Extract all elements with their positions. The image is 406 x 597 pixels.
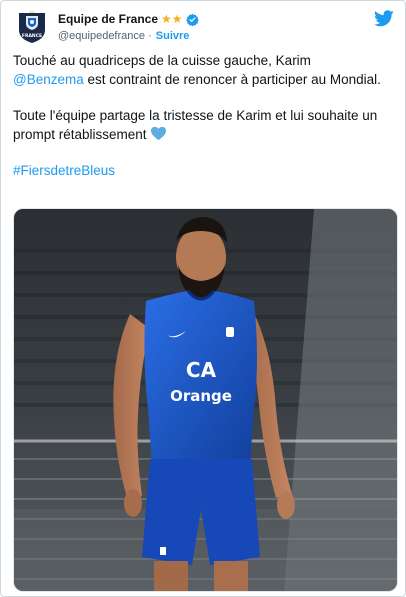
tweet-text-line1-prefix: Touché au quadriceps de la cuisse gauche… [13, 53, 311, 68]
player-photo-image: CA Orange [14, 209, 397, 591]
tweet-paragraph-2: Toute l'équipe partage la tristesse de K… [13, 107, 393, 144]
tweet-paragraph-3: #FiersdetreBleus [13, 162, 393, 181]
author-handle[interactable]: @equipedefrance [58, 30, 145, 42]
twitter-bird-icon[interactable] [374, 10, 394, 27]
blue-heart-icon [150, 126, 166, 140]
sponsor-name: Orange [170, 387, 232, 405]
handle-separator: · [145, 30, 155, 42]
hashtag-link[interactable]: #FiersdetreBleus [13, 163, 115, 178]
tweet-text: Touché au quadriceps de la cuisse gauche… [13, 52, 393, 181]
tweet-text-line2: Toute l'équipe partage la tristesse de K… [13, 108, 378, 142]
mention-link[interactable]: @Benzema [13, 72, 84, 87]
sponsor-logo: CA [186, 358, 217, 382]
verified-badge-icon [185, 13, 199, 26]
stars-emoji: ★★ [161, 12, 183, 26]
tweet-header: FRANCE ★★ Equipe de France ★★ @equipedef… [11, 10, 397, 44]
fff-crest-icon[interactable]: FRANCE ★★ [17, 10, 47, 44]
tweet-paragraph-1: Touché au quadriceps de la cuisse gauche… [13, 52, 393, 89]
follow-button[interactable]: Suivre [156, 30, 190, 42]
author-names: Equipe de France ★★ @equipedefrance · Su… [58, 11, 199, 43]
avatar-label: FRANCE [22, 33, 42, 39]
tweet-photo[interactable]: CA Orange [13, 208, 398, 592]
tweet-card: FRANCE ★★ Equipe de France ★★ @equipedef… [0, 0, 406, 597]
tweet-text-line1-suffix: est contraint de renoncer à participer a… [83, 71, 381, 87]
svg-text:★★: ★★ [29, 10, 35, 14]
author-display-name[interactable]: Equipe de France [58, 12, 158, 26]
